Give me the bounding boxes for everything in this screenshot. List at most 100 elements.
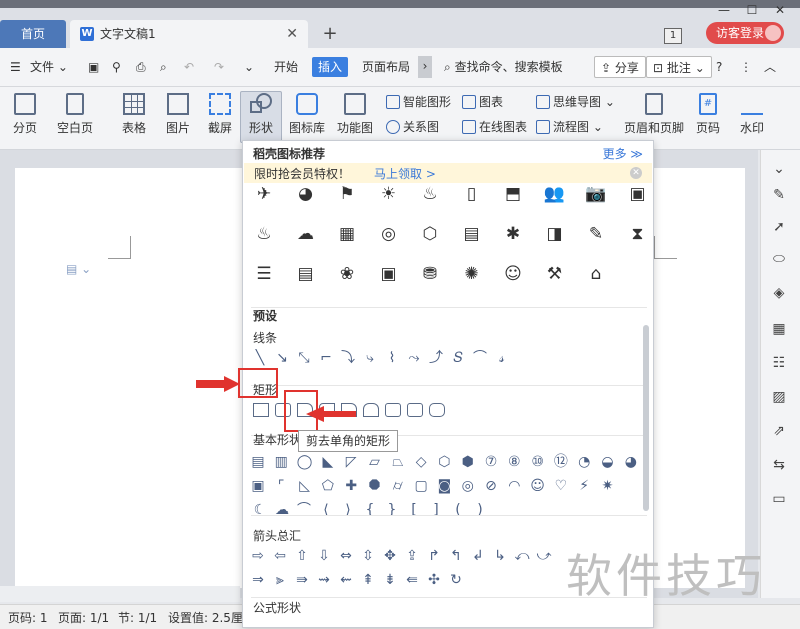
watermark-button[interactable]: 水印: [732, 93, 772, 136]
recommended-icon[interactable]: ⧗: [623, 219, 653, 249]
close-window-icon[interactable]: ✕: [770, 2, 790, 18]
line-shape[interactable]: ⤷: [361, 349, 379, 367]
basic-shape[interactable]: ⑫: [552, 453, 570, 471]
line-shape[interactable]: ⌐: [317, 349, 335, 367]
archive-icon[interactable]: ▭: [770, 490, 788, 508]
line-shape[interactable]: ╲: [251, 349, 269, 367]
picture-button[interactable]: 图片: [158, 93, 198, 136]
line-shape[interactable]: ⌒: [471, 349, 489, 367]
basic-shape[interactable]: ✚: [342, 477, 360, 495]
chart-button[interactable]: 图表: [462, 92, 503, 112]
basic-shape[interactable]: ⚡: [575, 477, 593, 495]
basic-shape[interactable]: ⌭: [389, 477, 407, 495]
save-icon[interactable]: ▣: [88, 57, 99, 77]
recommended-icon[interactable]: ☺: [498, 259, 528, 289]
function-chart-button[interactable]: 功能图: [332, 93, 378, 136]
page-number-button[interactable]: # 页码: [690, 93, 726, 136]
arrow-shape[interactable]: ⇛: [293, 571, 311, 589]
maximize-icon[interactable]: ☐: [742, 2, 762, 18]
basic-shape[interactable]: ⑩: [529, 453, 547, 471]
recommended-icon[interactable]: ☀: [374, 179, 404, 209]
cursor-icon[interactable]: ➚: [770, 218, 788, 236]
basic-shape[interactable]: ◒: [599, 453, 617, 471]
layers-icon[interactable]: ◈: [770, 284, 788, 302]
header-footer-button[interactable]: 页眉和页脚: [622, 93, 686, 136]
recommended-icon[interactable]: ◎: [374, 219, 404, 249]
arrow-shape[interactable]: ⇞: [359, 571, 377, 589]
recommended-icon[interactable]: ♨: [415, 179, 445, 209]
arrow-shape[interactable]: ⇦: [271, 547, 289, 565]
basic-shape[interactable]: ⟨: [317, 501, 335, 519]
arrow-shape[interactable]: ↻: [447, 571, 465, 589]
arrow-shape[interactable]: ↲: [469, 547, 487, 565]
translate-icon[interactable]: ⇆: [770, 456, 788, 474]
command-search[interactable]: ⌕ 查找命令、搜索模板: [444, 57, 563, 77]
basic-shape[interactable]: ⏢: [389, 453, 407, 471]
arrow-shape[interactable]: ⫸: [271, 571, 289, 589]
recommended-icon[interactable]: ⚒: [540, 259, 570, 289]
basic-shape[interactable]: ▱: [366, 453, 384, 471]
arrow-shape[interactable]: ⇟: [381, 571, 399, 589]
login-button[interactable]: 访客登录: [706, 22, 784, 44]
arrow-shape[interactable]: ↳: [491, 547, 509, 565]
menu-start[interactable]: 开始: [274, 57, 298, 77]
rect-shape[interactable]: [363, 403, 379, 417]
basic-shape[interactable]: ⊘: [482, 477, 500, 495]
menu-scroll-right-icon[interactable]: ›: [418, 56, 432, 78]
basic-shape[interactable]: ✷: [599, 477, 617, 495]
arrow-shape[interactable]: ↱: [425, 547, 443, 565]
recommended-icon[interactable]: ✎: [581, 219, 611, 249]
relation-button[interactable]: 关系图: [386, 117, 439, 137]
recommended-icon[interactable]: ♨: [249, 219, 279, 249]
basic-shape[interactable]: ◣: [319, 453, 337, 471]
recommended-icon[interactable]: ✺: [457, 259, 487, 289]
screenshot-button[interactable]: 截屏: [200, 93, 240, 136]
window-count[interactable]: 1: [664, 28, 682, 44]
line-shape[interactable]: ↘: [273, 349, 291, 367]
line-shape[interactable]: ⤳: [405, 349, 423, 367]
recommended-icon[interactable]: ▤: [291, 259, 321, 289]
arrow-shape[interactable]: ✣: [425, 571, 443, 589]
basic-shape[interactable]: ◯: [296, 453, 314, 471]
blank-page-button[interactable]: 空白页: [52, 93, 98, 136]
recommended-icon[interactable]: ❀: [332, 259, 362, 289]
recommended-icon[interactable]: ⚑: [332, 179, 362, 209]
basic-shape[interactable]: ⟩: [339, 501, 357, 519]
basic-shape[interactable]: ⬢: [459, 453, 477, 471]
basic-shape[interactable]: ): [471, 501, 489, 519]
file-menu[interactable]: 文件 ⌄: [30, 57, 68, 77]
settings-sliders-icon[interactable]: ☷: [770, 354, 788, 372]
basic-shape[interactable]: {: [361, 501, 379, 519]
basic-shape[interactable]: ⬡: [435, 453, 453, 471]
rect-shape[interactable]: [429, 403, 445, 417]
rect-shape[interactable]: [385, 403, 401, 417]
flow-chart-button[interactable]: 流程图 ⌄: [536, 117, 603, 137]
recommended-icon[interactable]: 📷: [581, 179, 611, 209]
basic-shape[interactable]: (: [449, 501, 467, 519]
recommended-icon[interactable]: ⌂: [581, 259, 611, 289]
arrow-shape[interactable]: ⇳: [359, 547, 377, 565]
basic-shape[interactable]: ◙: [435, 477, 453, 495]
recommended-icon[interactable]: 👥: [540, 179, 570, 209]
line-shape[interactable]: 𝓈: [493, 349, 511, 367]
arrow-shape[interactable]: ⇔: [337, 547, 355, 565]
horizontal-scrollbar[interactable]: [0, 586, 240, 602]
share-button[interactable]: ⇪ 分享: [594, 56, 646, 78]
line-shape[interactable]: 𝑆: [449, 349, 467, 367]
new-tab-button[interactable]: +: [318, 20, 342, 48]
arrow-shape[interactable]: ⤺: [513, 547, 531, 565]
rect-shape[interactable]: [407, 403, 423, 417]
recommended-icon[interactable]: ▣: [623, 179, 653, 209]
line-shape[interactable]: ⤵: [339, 349, 357, 367]
panel-toggle-icon[interactable]: ⌄: [770, 160, 788, 178]
line-shape[interactable]: ⤡: [295, 349, 313, 367]
basic-shape[interactable]: [: [405, 501, 423, 519]
menu-insert[interactable]: 插入: [312, 57, 348, 77]
tab-home[interactable]: 首页: [0, 20, 66, 48]
menu-layout[interactable]: 页面布局: [362, 57, 410, 77]
arrow-shape[interactable]: ⇪: [403, 547, 421, 565]
rect-shape[interactable]: [253, 403, 269, 417]
basic-shape[interactable]: ◠: [505, 477, 523, 495]
basic-shape[interactable]: ▤: [249, 453, 267, 471]
basic-shape[interactable]: ⑦: [482, 453, 500, 471]
